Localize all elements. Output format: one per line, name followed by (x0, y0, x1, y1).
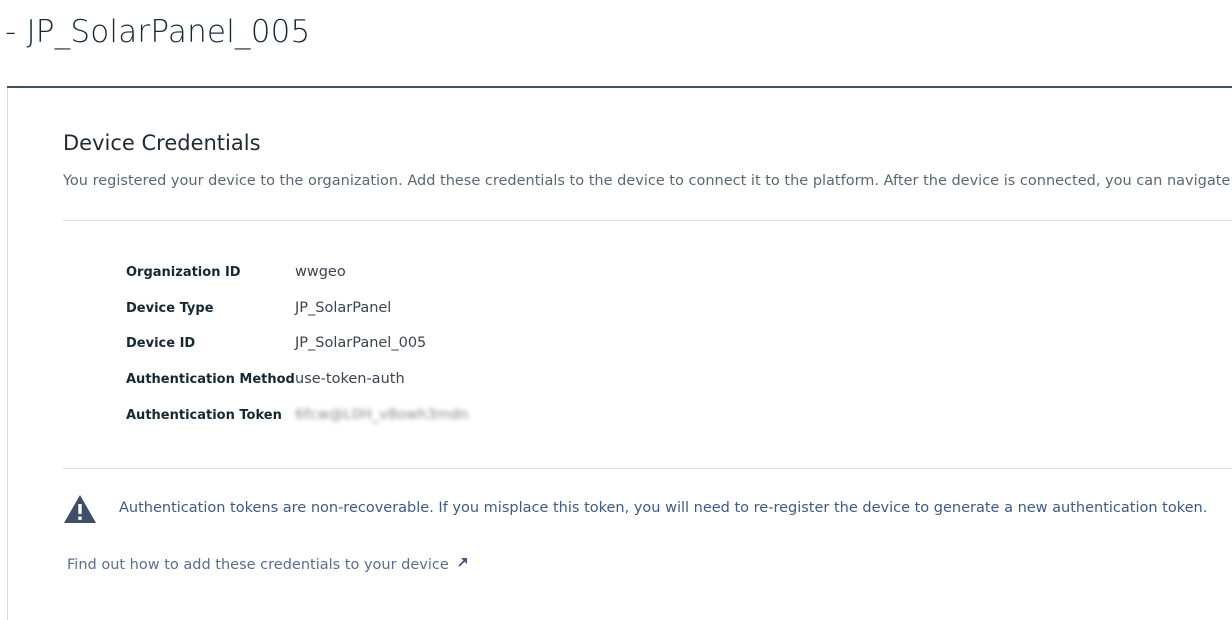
help-link-add-credentials[interactable]: Find out how to add these credentials to… (67, 556, 469, 573)
credential-label: Authentication Method (126, 372, 295, 387)
section-description: You registered your device to the organi… (63, 173, 1232, 189)
warning-icon (64, 495, 96, 523)
section-divider-top (63, 220, 1232, 221)
credential-row-device-type: Device Type JP_SolarPanel (126, 300, 726, 325)
credential-row-organization-id: Organization ID wwgeo (126, 264, 726, 289)
help-link-label: Find out how to add these credentials to… (67, 557, 449, 573)
credential-label: Organization ID (126, 265, 241, 280)
page-header: - JP_SolarPanel_005 (0, 0, 1232, 87)
external-arrow-icon (458, 557, 467, 567)
warning-text: Authentication tokens are non-recoverabl… (119, 500, 1208, 516)
credential-value: use-token-auth (295, 371, 405, 387)
credential-row-authentication-token: Authentication Token 6fcw@L0H_v8owh3mdn (126, 407, 726, 432)
section-title: Device Credentials (63, 131, 261, 155)
credential-label: Device ID (126, 336, 196, 351)
section-divider-bottom (63, 468, 1232, 469)
credential-value: JP_SolarPanel_005 (295, 335, 427, 351)
device-credentials-panel: Device Credentials You registered your d… (7, 88, 1232, 620)
credential-value: JP_SolarPanel (295, 300, 392, 316)
credential-row-device-id: Device ID JP_SolarPanel_005 (126, 335, 726, 360)
credential-row-authentication-method: Authentication Method use-token-auth (126, 371, 726, 396)
credential-label: Authentication Token (126, 408, 282, 423)
authentication-token-value[interactable]: 6fcw@L0H_v8owh3mdn (295, 407, 469, 423)
warning-notification: Authentication tokens are non-recoverabl… (63, 494, 1223, 526)
page-title: - JP_SolarPanel_005 (5, 14, 311, 50)
credential-value: wwgeo (295, 264, 346, 280)
credential-label: Device Type (126, 301, 214, 316)
